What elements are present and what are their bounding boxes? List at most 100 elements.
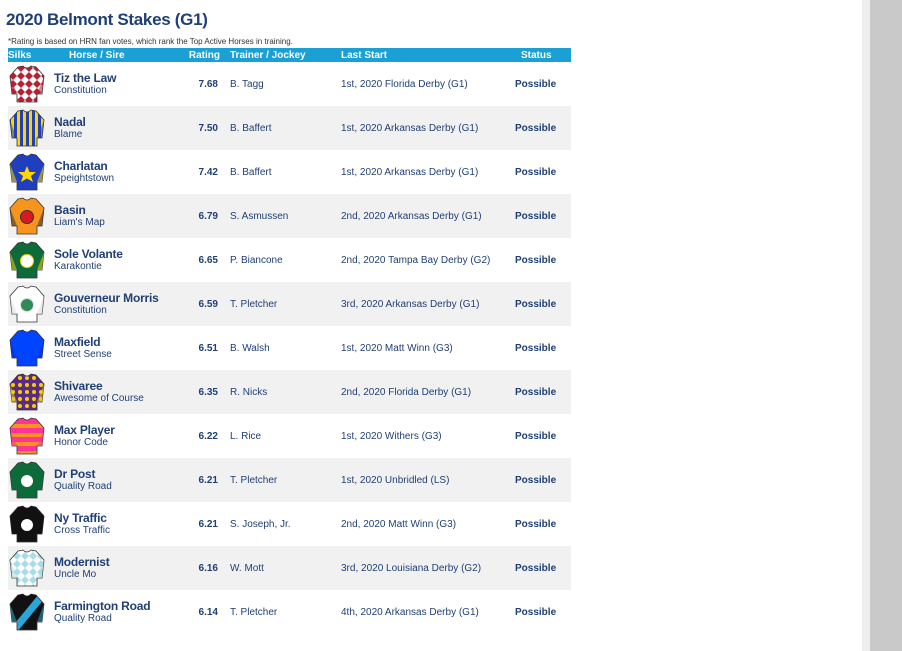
silks-cell (8, 238, 53, 282)
status-badge: Possible (515, 606, 557, 618)
table-row: Modernist Uncle Mo 6.16 W. Mott 3rd, 2020 Lo… (8, 546, 571, 590)
jockey-silks-icon (9, 505, 45, 543)
table-header-row: Silks Horse / Sire Rating Trainer / Jock… (8, 48, 571, 62)
rating-value: 6.35 (183, 370, 228, 414)
jockey-silks-icon (9, 373, 45, 411)
sire-name: Constitution (54, 305, 107, 316)
horse-name-link[interactable]: Shivaree (54, 379, 183, 393)
horse-cell: Sole Volante Karakontie (53, 238, 183, 282)
jockey-silks-icon (9, 417, 45, 455)
status-badge: Possible (513, 370, 571, 414)
trainer-name: L. Rice (230, 430, 262, 442)
trainer-name: R. Nicks (228, 370, 323, 414)
jockey-silks-icon (9, 241, 45, 279)
sire-name: Uncle Mo (54, 569, 97, 580)
rating-value: 6.79 (183, 194, 228, 238)
rating-value: 7.42 (198, 166, 218, 178)
horse-cell: Basin Liam's Map (53, 194, 183, 238)
trainer-name: T. Pletcher (228, 282, 323, 326)
rating-value: 6.16 (183, 546, 228, 590)
horse-name-link[interactable]: Ny Traffic (54, 511, 183, 525)
page-title: 2020 Belmont Stakes (G1) (6, 10, 208, 29)
status-badge: Possible (515, 518, 557, 530)
silks-cell (8, 370, 53, 414)
silks-cell (8, 502, 53, 546)
jockey-silks-icon (9, 65, 45, 103)
trainer-name: S. Joseph, Jr. (230, 518, 291, 530)
horse-name-link[interactable]: Charlatan (54, 159, 183, 173)
last-start: 2nd, 2020 Tampa Bay Derby (G2) (341, 254, 491, 266)
rating-value: 7.68 (198, 78, 218, 90)
status-badge: Possible (515, 254, 557, 266)
horse-name-link[interactable]: Max Player (54, 423, 183, 437)
vertical-scrollbar[interactable] (862, 0, 902, 651)
rating-value: 6.14 (198, 606, 218, 618)
status-badge: Possible (513, 458, 571, 502)
last-start: 2nd, 2020 Arkansas Derby (G1) (323, 194, 513, 238)
trainer-name: B. Baffert (230, 166, 272, 178)
table-row: Shivaree Awesome of Course 6.35 R. Nicks 2nd… (8, 370, 571, 414)
horse-name-link[interactable]: Nadal (54, 115, 183, 129)
jockey-silks-icon (9, 549, 45, 587)
header-status: Status (513, 48, 571, 62)
jockey-silks-icon (9, 593, 45, 631)
silks-cell (8, 194, 53, 238)
sire-name: Quality Road (54, 613, 112, 624)
last-start: 1st, 2020 Unbridled (LS) (323, 458, 513, 502)
sire-name: Quality Road (54, 481, 112, 492)
horse-name-link[interactable]: Maxfield (54, 335, 183, 349)
trainer-name: T. Pletcher (228, 458, 323, 502)
rating-footnote: *Rating is based on HRN fan votes, which… (8, 37, 293, 46)
sire-name: Constitution (54, 85, 107, 96)
last-start: 2nd, 2020 Matt Winn (G3) (341, 518, 457, 530)
last-start: 1st, 2020 Florida Derby (G1) (341, 78, 468, 90)
entries-table: Silks Horse / Sire Rating Trainer / Jock… (8, 48, 571, 634)
horse-name-link[interactable]: Tiz the Law (54, 71, 183, 85)
last-start: 1st, 2020 Withers (G3) (341, 430, 442, 442)
jockey-silks-icon (9, 109, 45, 147)
silks-cell (8, 458, 53, 502)
last-start: 2nd, 2020 Florida Derby (G1) (323, 370, 513, 414)
table-row: Ny Traffic Cross Traffic 6.21 S. Joseph, Jr… (8, 502, 571, 546)
status-badge: Possible (513, 282, 571, 326)
horse-cell: Modernist Uncle Mo (53, 546, 183, 590)
rating-value: 6.51 (198, 342, 218, 354)
horse-cell: Charlatan Speightstown (53, 150, 183, 194)
trainer-name: S. Asmussen (228, 194, 323, 238)
last-start: 1st, 2020 Arkansas Derby (G1) (323, 106, 513, 150)
horse-cell: Ny Traffic Cross Traffic (53, 502, 183, 546)
header-last-start: Last Start (323, 48, 513, 62)
horse-cell: Shivaree Awesome of Course (53, 370, 183, 414)
table-row: Sole Volante Karakontie 6.65 P. Biancone 2nd… (8, 238, 571, 282)
horse-name-link[interactable]: Gouverneur Morris (54, 291, 183, 305)
jockey-silks-icon (9, 329, 45, 367)
status-badge: Possible (513, 194, 571, 238)
trainer-name: B. Walsh (230, 342, 270, 354)
header-horse-sire: Horse / Sire (53, 48, 183, 62)
silks-cell (8, 62, 53, 106)
header-silks: Silks (8, 48, 53, 62)
last-start: 4th, 2020 Arkansas Derby (G1) (341, 606, 479, 618)
horse-cell: Nadal Blame (53, 106, 183, 150)
table-row: Max Player Honor Code 6.22 L. Rice 1st, 2020… (8, 414, 571, 458)
horse-cell: Max Player Honor Code (53, 414, 183, 458)
horse-name-link[interactable]: Farmington Road (54, 599, 183, 613)
sire-name: Liam's Map (54, 217, 105, 228)
jockey-silks-icon (9, 461, 45, 499)
horse-name-link[interactable]: Dr Post (54, 467, 183, 481)
status-badge: Possible (513, 106, 571, 150)
trainer-name: B. Baffert (228, 106, 323, 150)
horse-cell: Maxfield Street Sense (53, 326, 183, 370)
jockey-silks-icon (9, 197, 45, 235)
horse-name-link[interactable]: Modernist (54, 555, 183, 569)
table-row: Farmington Road Quality Road 6.14 T. Pletch… (8, 590, 571, 634)
table-row: Basin Liam's Map 6.79 S. Asmussen 2nd, 2020 … (8, 194, 571, 238)
rating-value: 6.22 (198, 430, 218, 442)
silks-cell (8, 546, 53, 590)
last-start: 1st, 2020 Arkansas Derby (G1) (341, 166, 479, 178)
horse-name-link[interactable]: Sole Volante (54, 247, 183, 261)
trainer-name: W. Mott (228, 546, 323, 590)
horse-name-link[interactable]: Basin (54, 203, 183, 217)
table-row: Nadal Blame 7.50 B. Baffert 1st, 2020 Arkans… (8, 106, 571, 150)
silks-cell (8, 590, 53, 634)
